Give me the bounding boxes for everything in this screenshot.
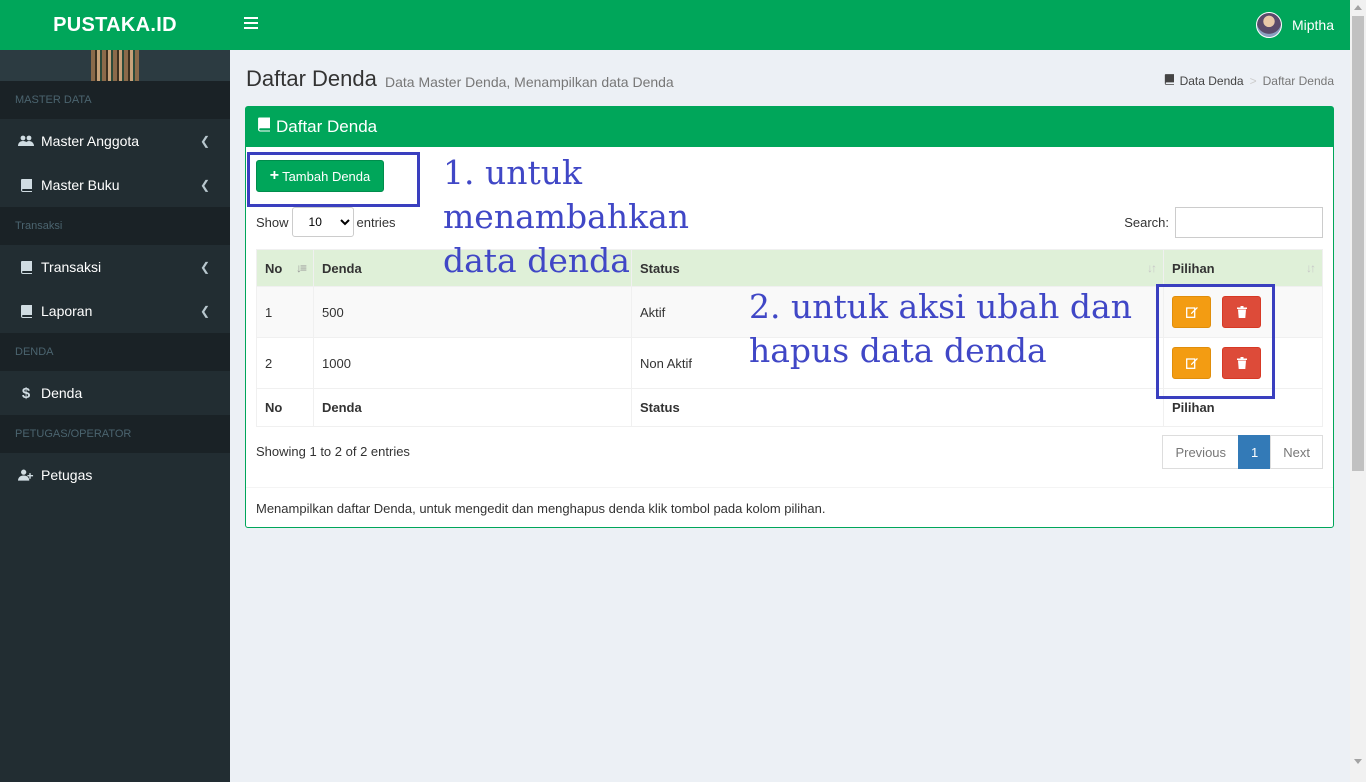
sidebar-header-master-data: MASTER DATA (0, 81, 230, 119)
annotation-line: data denda (443, 241, 630, 280)
sort-icon: ↓↑ (1147, 261, 1157, 275)
annotation-line: menambahkan (443, 197, 690, 236)
user-plus-icon (18, 469, 34, 481)
user-menu[interactable]: Miptha (1255, 12, 1334, 38)
top-navbar: Miptha (230, 0, 1350, 50)
annotation-line: 2. untuk aksi ubah dan (749, 287, 1132, 326)
sidebar-header-petugas: PETUGAS/OPERATOR (0, 415, 230, 453)
annotation-note-1: 1. untuk menambahkan data denda (443, 151, 689, 283)
sidebar-header-transaksi: Transaksi (0, 207, 230, 245)
user-name: Miptha (1291, 17, 1334, 33)
sidebar-item-petugas[interactable]: Petugas (0, 453, 230, 497)
cell-no: 2 (256, 337, 314, 389)
scroll-up-arrow-icon[interactable] (1354, 5, 1362, 10)
page-scrollbar[interactable] (1350, 0, 1366, 782)
breadcrumb-link[interactable]: Data Denda (1180, 74, 1244, 88)
breadcrumb-separator: > (1249, 74, 1257, 88)
next-page-button[interactable]: Next (1270, 435, 1323, 469)
app-logo[interactable]: PUSTAKA.ID (0, 0, 230, 50)
column-header-status[interactable]: Status ↓↑ (631, 249, 1164, 287)
book-icon (18, 304, 34, 318)
sidebar-item-master-buku[interactable]: Master Buku ❮ (0, 163, 230, 207)
annotation-line: hapus data denda (749, 331, 1047, 370)
sidebar: MASTER DATA Master Anggota ❮ Master Buku… (0, 50, 230, 782)
entries-length-control: Show 10 entries (256, 207, 396, 237)
menu-toggle-icon[interactable] (244, 17, 258, 31)
sidebar-item-laporan[interactable]: Laporan ❮ (0, 289, 230, 333)
book-icon (1164, 74, 1174, 88)
sidebar-item-label: Master Anggota (41, 133, 140, 149)
page-1-button[interactable]: 1 (1238, 435, 1272, 469)
avatar (1255, 12, 1282, 38)
chevron-left-icon: ❮ (199, 178, 210, 192)
show-label: Show (256, 214, 289, 230)
box-title: Daftar Denda (276, 117, 378, 136)
entries-label: entries (356, 214, 396, 230)
chevron-left-icon: ❮ (199, 134, 210, 148)
footer-header-status: Status (631, 388, 1164, 427)
search-label: Search: (1124, 215, 1169, 230)
sidebar-item-denda[interactable]: $ Denda (0, 371, 230, 415)
sidebar-item-label: Laporan (41, 303, 93, 319)
entries-select[interactable]: 10 (291, 207, 354, 237)
book-icon (18, 178, 34, 192)
scroll-down-arrow-icon[interactable] (1354, 759, 1362, 764)
sort-asc-icon: ↓≡ (295, 261, 307, 275)
book-icon (257, 117, 270, 137)
scrollbar-thumb[interactable] (1352, 16, 1364, 471)
sidebar-item-master-anggota[interactable]: Master Anggota ❮ (0, 119, 230, 163)
breadcrumb: Data Denda > Daftar Denda (1164, 74, 1334, 88)
sidebar-item-label: Master Buku (41, 177, 120, 193)
box-header: Daftar Denda (246, 107, 1333, 147)
breadcrumb-current: Daftar Denda (1262, 74, 1334, 88)
chevron-left-icon: ❮ (199, 304, 210, 318)
sidebar-item-label: Transaksi (41, 259, 102, 275)
search-input[interactable] (1175, 207, 1323, 238)
previous-page-button[interactable]: Previous (1162, 435, 1240, 469)
cell-denda: 500 (313, 286, 632, 338)
annotation-note-2: 2. untuk aksi ubah dan hapus data denda (749, 285, 1132, 373)
column-header-pilihan[interactable]: Pilihan ↓↑ (1163, 249, 1323, 287)
cell-no: 1 (256, 286, 314, 338)
cell-denda: 1000 (313, 337, 632, 389)
sidebar-item-label: Petugas (41, 467, 93, 483)
column-header-no[interactable]: No ↓≡ (256, 249, 314, 287)
footer-header-no: No (256, 388, 314, 427)
footer-header-denda: Denda (313, 388, 632, 427)
sidebar-item-transaksi[interactable]: Transaksi ❮ (0, 245, 230, 289)
dollar-icon: $ (21, 384, 31, 402)
annotation-box-add (247, 152, 420, 207)
annotation-line: 1. untuk (443, 153, 582, 192)
box-footer-note: Menampilkan daftar Denda, untuk mengedit… (246, 487, 1333, 529)
page-title: Daftar Denda (246, 66, 377, 91)
page-subtitle: Data Master Denda, Menampilkan data Dend… (385, 74, 674, 90)
chevron-left-icon: ❮ (199, 260, 210, 274)
sidebar-item-label: Denda (41, 385, 83, 401)
users-icon (18, 135, 34, 147)
sort-icon: ↓↑ (1306, 261, 1316, 275)
pagination: Previous 1 Next (1162, 435, 1323, 469)
book-icon (18, 260, 34, 274)
sidebar-banner (0, 50, 230, 81)
library-image (91, 50, 139, 81)
annotation-box-actions (1156, 284, 1275, 399)
search-control: Search: (1124, 207, 1323, 238)
sidebar-header-denda: DENDA (0, 333, 230, 371)
table-info: Showing 1 to 2 of 2 entries (256, 444, 410, 459)
